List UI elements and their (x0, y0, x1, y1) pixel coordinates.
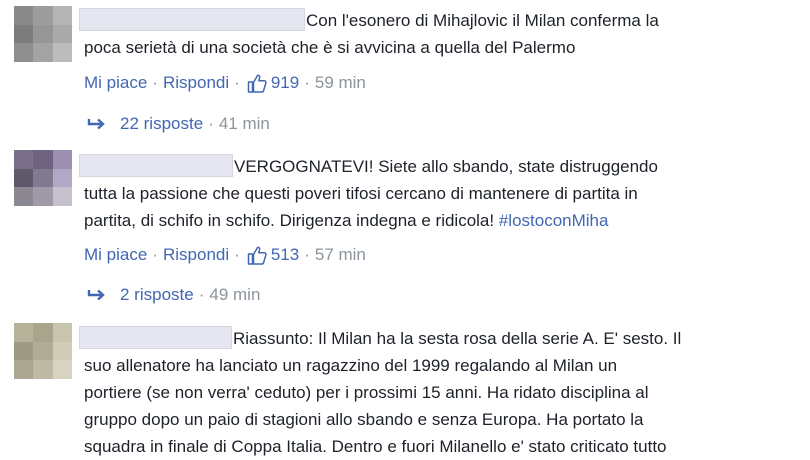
like-count[interactable]: 513 (271, 244, 299, 266)
separator: · (208, 114, 214, 133)
comment-text: Riassunto: Il Milan ha la sesta rosa del… (84, 329, 682, 456)
thumbs-up-icon[interactable] (247, 74, 267, 93)
reply-arrow-icon (86, 117, 106, 131)
comment-actions: Mi piace · Rispondi · 919 · 59 min (84, 72, 366, 94)
comment-actions: Mi piace · Rispondi · 513 · 57 min (84, 244, 366, 266)
replies-row[interactable]: 2 risposte · 49 min (86, 284, 260, 306)
avatar[interactable] (14, 6, 72, 62)
comment-text: Con l'esonero di Mihajlovic il Milan con… (84, 11, 659, 57)
thumbs-up-icon[interactable] (247, 246, 267, 265)
avatar[interactable] (14, 150, 72, 206)
replies-time: 41 min (218, 114, 270, 133)
avatar[interactable] (14, 323, 72, 379)
separator: · (152, 73, 158, 92)
comment: VERGOGNATEVI! Siete allo sbando, state d… (0, 150, 810, 320)
comment: Con l'esonero di Mihajlovic il Milan con… (0, 0, 810, 150)
replies-row[interactable]: 22 risposte · 41 min (86, 113, 270, 135)
comment: Riassunto: Il Milan ha la sesta rosa del… (0, 320, 810, 456)
like-count[interactable]: 919 (271, 72, 299, 94)
like-link[interactable]: Mi piace (84, 72, 147, 94)
comment-time[interactable]: 59 min (315, 72, 366, 94)
separator: · (304, 73, 310, 92)
replies-link[interactable]: 2 risposte (120, 284, 194, 306)
reply-arrow-icon (86, 288, 106, 302)
separator: · (198, 285, 205, 304)
replies-time: 49 min (209, 285, 261, 304)
like-link[interactable]: Mi piace (84, 244, 147, 266)
comment-text: VERGOGNATEVI! Siete allo sbando, state d… (84, 153, 804, 234)
reply-link[interactable]: Rispondi (163, 244, 229, 266)
separator: · (234, 245, 240, 264)
separator: · (152, 245, 158, 264)
hashtag-link[interactable]: #lostoconMiha (499, 211, 609, 230)
reply-link[interactable]: Rispondi (163, 72, 229, 94)
replies-link[interactable]: 22 risposte (120, 113, 203, 135)
separator: · (304, 245, 310, 264)
comment-time[interactable]: 57 min (315, 244, 366, 266)
separator: · (234, 73, 240, 92)
